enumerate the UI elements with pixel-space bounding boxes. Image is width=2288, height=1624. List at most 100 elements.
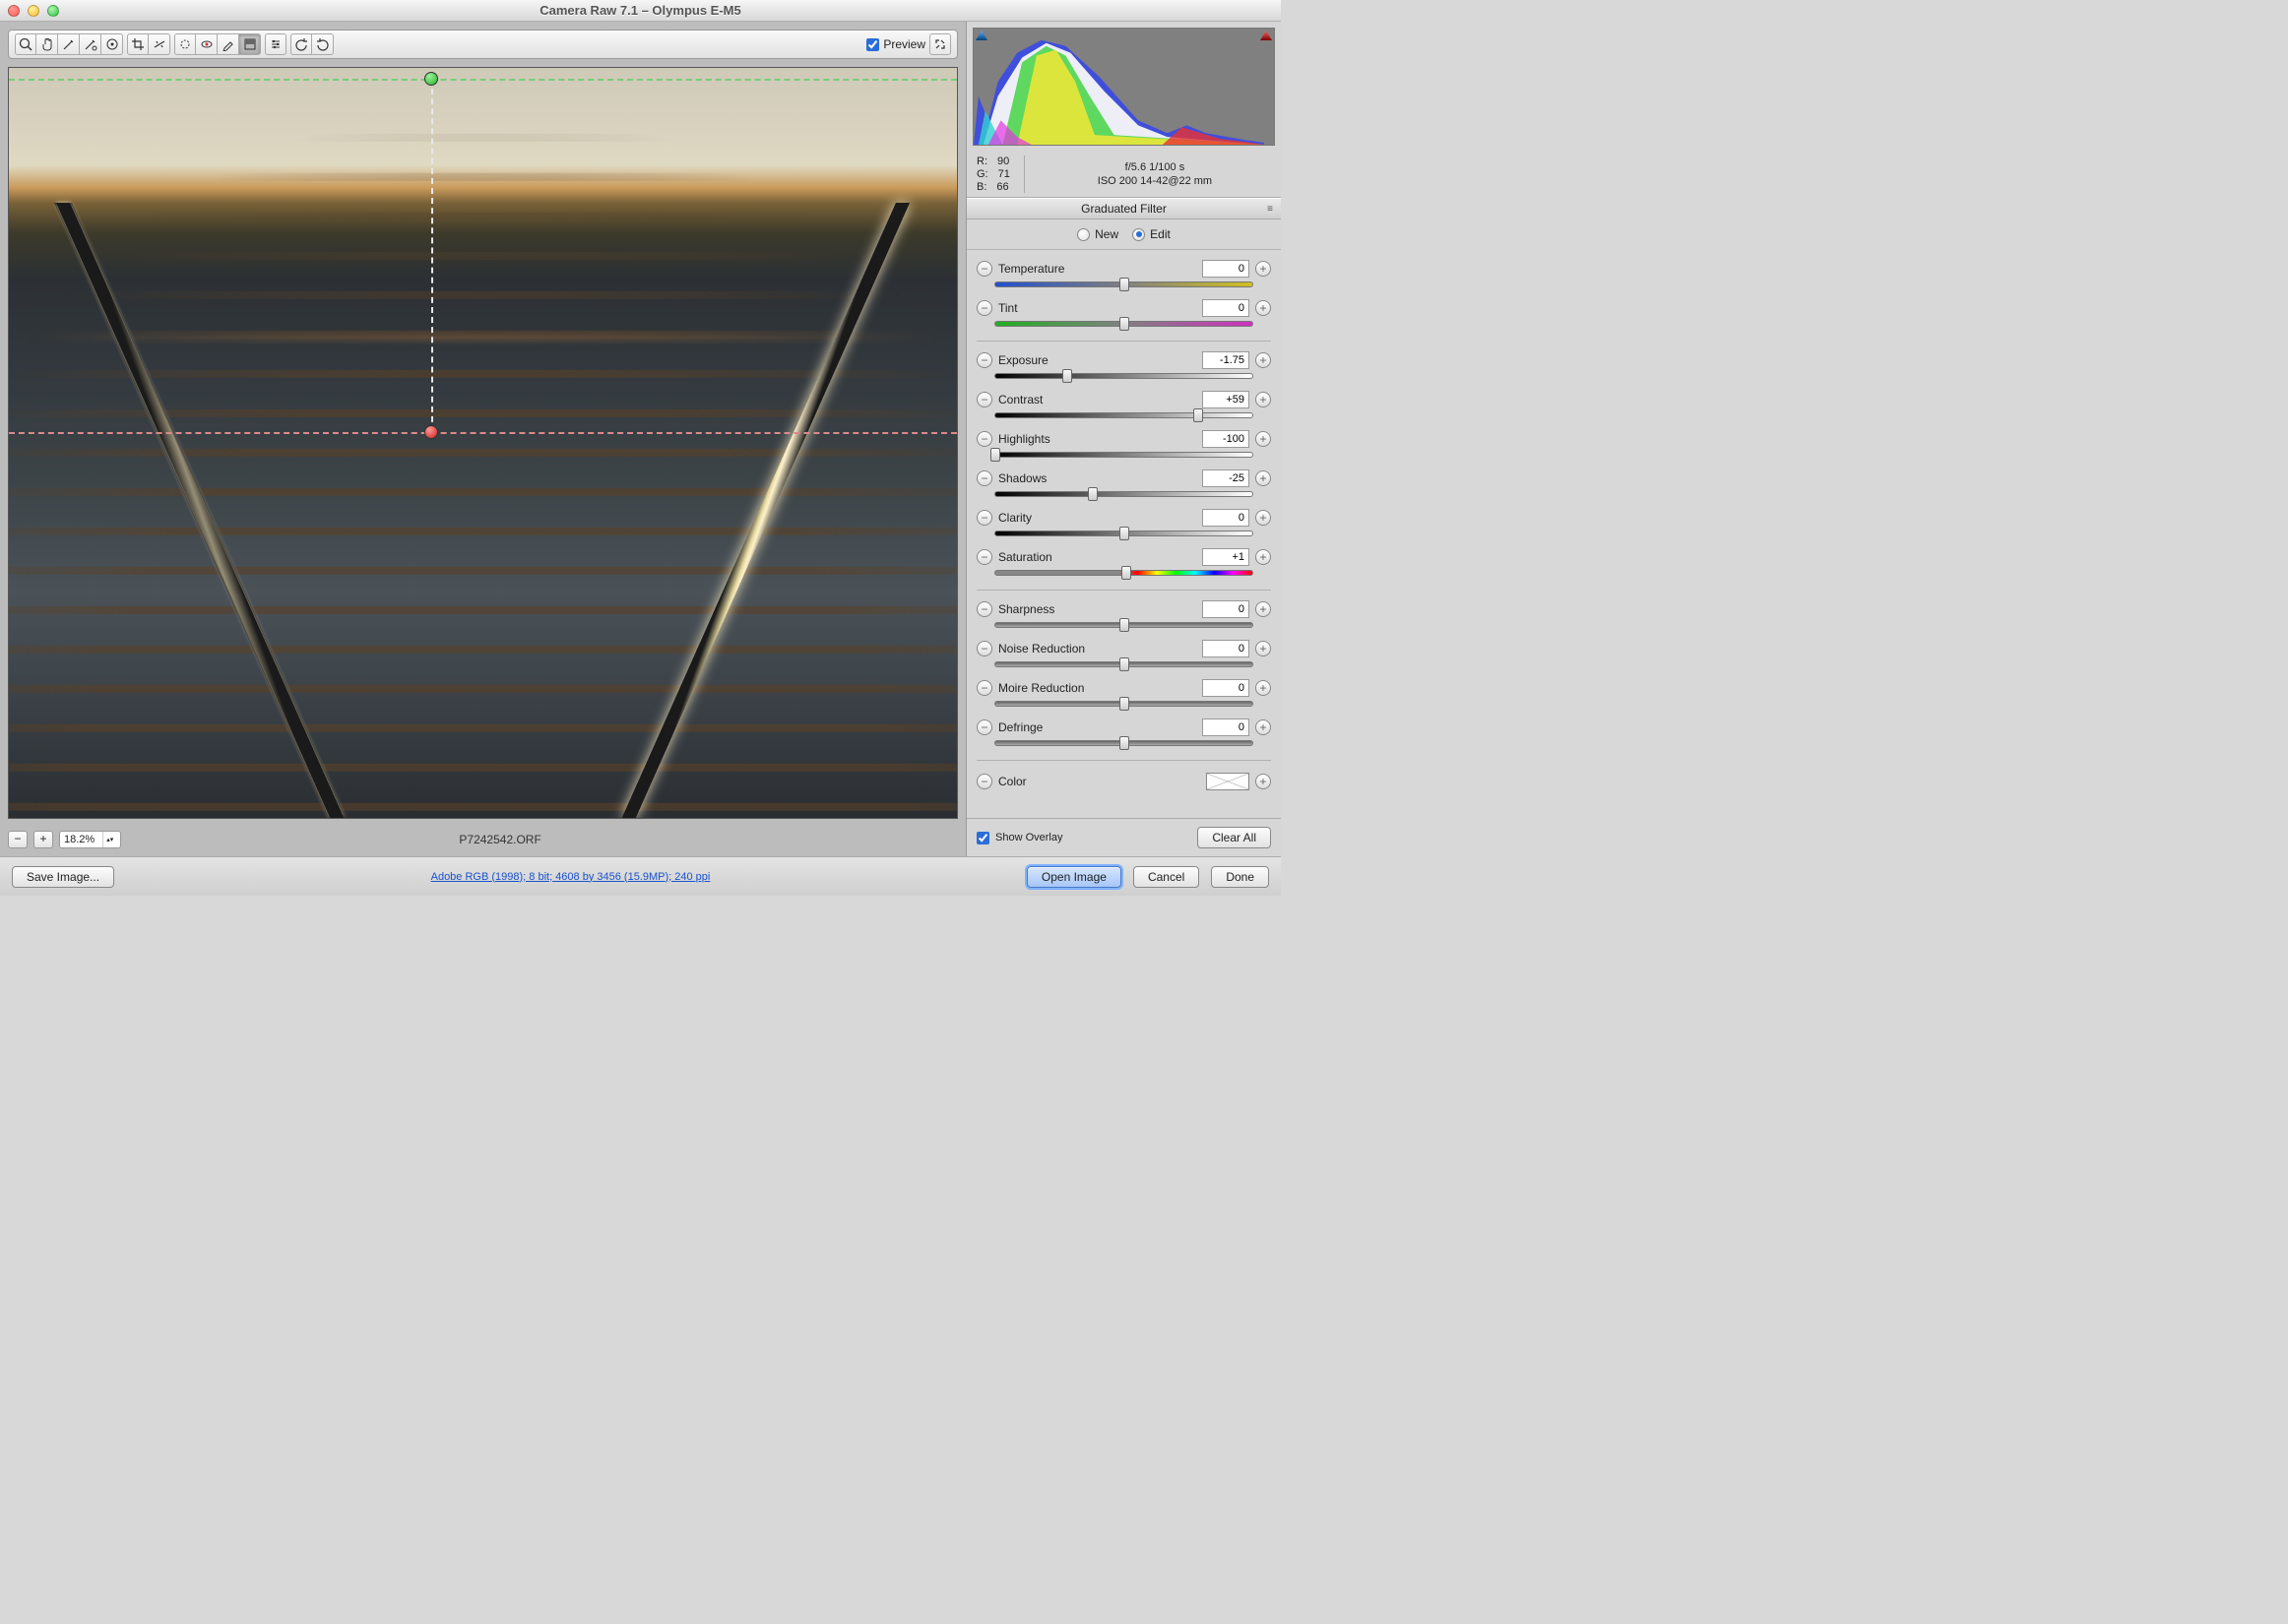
slider-thumb[interactable] — [1119, 317, 1129, 331]
slider-track[interactable] — [994, 321, 1253, 327]
crop-tool-icon[interactable] — [127, 33, 149, 55]
clarity-slider: − Clarity + — [977, 505, 1271, 544]
slider-thumb[interactable] — [1119, 278, 1129, 291]
color-sampler-tool-icon[interactable] — [80, 33, 101, 55]
targeted-adjustment-tool-icon[interactable] — [101, 33, 123, 55]
slider-track[interactable] — [994, 701, 1253, 707]
saturation-input[interactable] — [1202, 548, 1249, 566]
plus-icon[interactable]: + — [1255, 352, 1271, 368]
plus-icon[interactable]: + — [1255, 510, 1271, 526]
moire-input[interactable] — [1202, 679, 1249, 697]
color-swatch[interactable] — [1206, 773, 1249, 790]
new-filter-radio[interactable]: New — [1077, 227, 1118, 241]
done-button[interactable]: Done — [1211, 866, 1269, 888]
plus-icon[interactable]: + — [1255, 392, 1271, 407]
slider-track[interactable] — [994, 281, 1253, 287]
plus-icon[interactable]: + — [1255, 680, 1271, 696]
plus-icon[interactable]: + — [1255, 601, 1271, 617]
zoom-stepper-icon[interactable]: ▴▾ — [102, 832, 116, 847]
workflow-options-link[interactable]: Adobe RGB (1998); 8 bit; 4608 by 3456 (1… — [431, 871, 711, 883]
temperature-input[interactable] — [1202, 260, 1249, 278]
noise-input[interactable] — [1202, 640, 1249, 657]
slider-track[interactable] — [994, 661, 1253, 667]
rotate-ccw-icon[interactable] — [290, 33, 312, 55]
hand-tool-icon[interactable] — [36, 33, 58, 55]
defringe-input[interactable] — [1202, 718, 1249, 736]
slider-track[interactable] — [994, 452, 1253, 458]
histogram[interactable] — [973, 28, 1275, 146]
plus-icon[interactable]: + — [1255, 549, 1271, 565]
info-readout: R:90 G:71 B:66 f/5.6 1/100 s ISO 200 14-… — [967, 152, 1281, 198]
moire-reduction-slider: − Moire Reduction + — [977, 675, 1271, 715]
minus-icon[interactable]: − — [977, 392, 992, 407]
plus-icon[interactable]: + — [1255, 774, 1271, 789]
fullscreen-toggle-icon[interactable] — [929, 33, 951, 55]
slider-track[interactable] — [994, 531, 1253, 536]
minus-icon[interactable]: − — [977, 719, 992, 735]
straighten-tool-icon[interactable] — [149, 33, 170, 55]
slider-thumb[interactable] — [1121, 566, 1131, 580]
slider-thumb[interactable] — [1119, 527, 1129, 540]
edit-filter-radio[interactable]: Edit — [1132, 227, 1171, 241]
slider-track[interactable] — [994, 412, 1253, 418]
slider-thumb[interactable] — [990, 448, 1000, 462]
exposure-input[interactable] — [1202, 351, 1249, 369]
minus-icon[interactable]: − — [977, 774, 992, 789]
tint-input[interactable] — [1202, 299, 1249, 317]
adjustment-brush-tool-icon[interactable] — [218, 33, 239, 55]
clarity-input[interactable] — [1202, 509, 1249, 527]
slider-track[interactable] — [994, 622, 1253, 628]
shadows-input[interactable] — [1202, 469, 1249, 487]
minus-icon[interactable]: − — [977, 549, 992, 565]
slider-thumb[interactable] — [1088, 487, 1098, 501]
plus-icon[interactable]: + — [1255, 300, 1271, 316]
slider-thumb[interactable] — [1119, 618, 1129, 632]
zoom-level-select[interactable]: 18.2% ▴▾ — [59, 831, 121, 848]
image-preview[interactable] — [8, 67, 958, 819]
zoom-in-button[interactable]: + — [33, 831, 53, 848]
minus-icon[interactable]: − — [977, 300, 992, 316]
white-balance-tool-icon[interactable] — [58, 33, 80, 55]
slider-thumb[interactable] — [1119, 697, 1129, 711]
minus-icon[interactable]: − — [977, 680, 992, 696]
zoom-tool-icon[interactable] — [15, 33, 36, 55]
rotate-cw-icon[interactable] — [312, 33, 334, 55]
slider-thumb[interactable] — [1193, 408, 1203, 422]
bottom-bar: Save Image... Adobe RGB (1998); 8 bit; 4… — [0, 856, 1281, 896]
minus-icon[interactable]: − — [977, 352, 992, 368]
preview-checkbox[interactable]: Preview — [866, 37, 925, 51]
highlights-input[interactable] — [1202, 430, 1249, 448]
slider-thumb[interactable] — [1062, 369, 1072, 383]
red-eye-tool-icon[interactable] — [196, 33, 218, 55]
open-image-button[interactable]: Open Image — [1027, 866, 1121, 888]
contrast-input[interactable] — [1202, 391, 1249, 408]
show-overlay-checkbox[interactable]: Show Overlay — [977, 832, 1062, 844]
preview-pane: Preview − + 18.2% ▴▾ — [0, 22, 966, 856]
graduated-filter-tool-icon[interactable] — [239, 33, 261, 55]
slider-track[interactable] — [994, 740, 1253, 746]
zoom-out-button[interactable]: − — [8, 831, 28, 848]
slider-track[interactable] — [994, 491, 1253, 497]
plus-icon[interactable]: + — [1255, 431, 1271, 447]
spot-removal-tool-icon[interactable] — [174, 33, 196, 55]
slider-thumb[interactable] — [1119, 657, 1129, 671]
sharpness-input[interactable] — [1202, 600, 1249, 618]
panel-menu-icon[interactable]: ≡ — [1267, 204, 1273, 215]
plus-icon[interactable]: + — [1255, 641, 1271, 656]
plus-icon[interactable]: + — [1255, 470, 1271, 486]
plus-icon[interactable]: + — [1255, 261, 1271, 277]
save-image-button[interactable]: Save Image... — [12, 866, 114, 888]
slider-track[interactable] — [994, 570, 1253, 576]
slider-track[interactable] — [994, 373, 1253, 379]
minus-icon[interactable]: − — [977, 510, 992, 526]
minus-icon[interactable]: − — [977, 601, 992, 617]
clear-all-button[interactable]: Clear All — [1197, 827, 1271, 848]
slider-thumb[interactable] — [1119, 736, 1129, 750]
cancel-button[interactable]: Cancel — [1133, 866, 1199, 888]
minus-icon[interactable]: − — [977, 431, 992, 447]
minus-icon[interactable]: − — [977, 261, 992, 277]
preferences-icon[interactable] — [265, 33, 286, 55]
minus-icon[interactable]: − — [977, 641, 992, 656]
plus-icon[interactable]: + — [1255, 719, 1271, 735]
minus-icon[interactable]: − — [977, 470, 992, 486]
